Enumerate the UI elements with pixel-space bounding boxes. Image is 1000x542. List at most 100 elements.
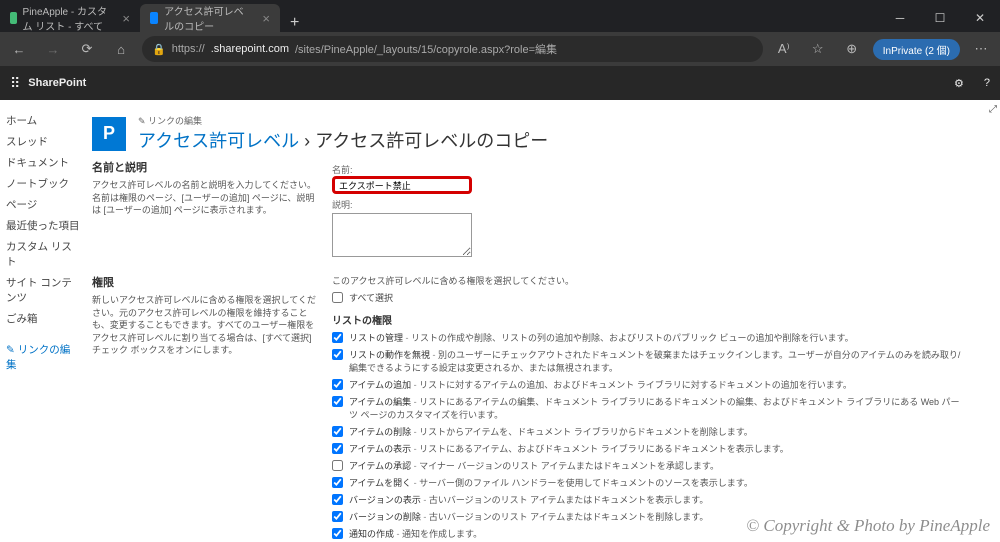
- perm-row[interactable]: アイテムの承認マイナー バージョンのリスト アイテムまたはドキュメントを承認しま…: [332, 459, 966, 472]
- name-label: 名前:: [332, 163, 966, 176]
- help-icon[interactable]: ?: [984, 77, 990, 89]
- perm-row[interactable]: 通知の作成通知を作成します。: [332, 527, 966, 540]
- menu-icon[interactable]: ⋯: [968, 41, 994, 57]
- nav-item[interactable]: ページ: [6, 194, 80, 215]
- perm-checkbox[interactable]: [332, 332, 343, 343]
- perm-checkbox[interactable]: [332, 511, 343, 522]
- section-heading: 権限: [92, 274, 318, 290]
- minimize-button[interactable]: ─: [880, 4, 920, 32]
- new-tab-button[interactable]: +: [280, 14, 309, 32]
- perm-name: アイテムを開く: [349, 478, 411, 488]
- perm-desc: リストの作成や削除、リストの列の追加や削除、およびリストのパブリック ビューの追…: [403, 333, 854, 343]
- home-button[interactable]: ⌂: [108, 42, 134, 57]
- close-icon[interactable]: ×: [262, 11, 270, 26]
- title-link[interactable]: アクセス許可レベル: [138, 131, 299, 151]
- app-launcher-icon[interactable]: ⠿: [10, 75, 18, 92]
- perm-name: アイテムの削除: [349, 427, 411, 437]
- lock-icon: 🔒: [152, 43, 166, 56]
- select-all-row[interactable]: すべて選択: [332, 291, 966, 304]
- tab-title: PineApple - カスタム リスト - すべて: [23, 3, 113, 33]
- main-content: P ✎ リンクの編集 アクセス許可レベル › アクセス許可レベルのコピー 名前と…: [86, 100, 986, 542]
- refresh-button[interactable]: ⟳: [74, 41, 100, 57]
- nav-item[interactable]: ノートブック: [6, 173, 80, 194]
- close-icon[interactable]: ×: [122, 11, 130, 26]
- perm-row[interactable]: アイテムの削除リストからアイテムを、ドキュメント ライブラリからドキュメントを削…: [332, 425, 966, 438]
- perm-name: バージョンの表示: [349, 495, 421, 505]
- perm-desc: リストにあるアイテムの編集、ドキュメント ライブラリにあるドキュメントの編集、お…: [349, 397, 960, 420]
- perm-checkbox[interactable]: [332, 494, 343, 505]
- nav-item[interactable]: 最近使った項目: [6, 215, 80, 236]
- close-window-button[interactable]: ✕: [960, 4, 1000, 32]
- name-input[interactable]: [332, 176, 472, 194]
- desc-label: 説明:: [332, 198, 966, 211]
- url-scheme: https://: [172, 43, 205, 55]
- forward-button[interactable]: →: [40, 42, 66, 57]
- inprivate-badge[interactable]: InPrivate (2 個): [873, 39, 960, 60]
- perm-checkbox[interactable]: [332, 426, 343, 437]
- perm-desc: マイナー バージョンのリスト アイテムまたはドキュメントを承認します。: [411, 461, 719, 471]
- settings-icon[interactable]: ⚙: [954, 77, 964, 90]
- collections-icon[interactable]: ⊕: [839, 41, 865, 57]
- select-all-checkbox[interactable]: [332, 292, 343, 303]
- perm-name: リストの管理: [349, 333, 403, 343]
- section-desc: アクセス許可レベルの名前と説明を入力してください。名前は権限のページ、[ユーザー…: [92, 179, 318, 217]
- nav-item[interactable]: カスタム リスト: [6, 236, 80, 272]
- perm-checkbox[interactable]: [332, 477, 343, 488]
- perm-checkbox[interactable]: [332, 528, 343, 539]
- perm-row[interactable]: リストの管理リストの作成や削除、リストの列の追加や削除、およびリストのパブリック…: [332, 331, 966, 344]
- perm-name: リストの動作を無視: [349, 350, 430, 360]
- breadcrumb-edit[interactable]: ✎ リンクの編集: [138, 114, 548, 127]
- nav-item[interactable]: ごみ箱: [6, 308, 80, 329]
- nav-item[interactable]: ホーム: [6, 110, 80, 131]
- expand-icon: ⤢: [989, 104, 997, 115]
- site-logo[interactable]: P: [92, 117, 126, 151]
- browser-tab[interactable]: PineApple - カスタム リスト - すべて ×: [0, 4, 140, 32]
- perm-checkbox[interactable]: [332, 443, 343, 454]
- perm-name: アイテムの編集: [349, 397, 411, 407]
- edit-links[interactable]: ✎ リンクの編集: [6, 339, 80, 375]
- perm-name: アイテムの表示: [349, 444, 411, 454]
- perm-desc: 古いバージョンのリスト アイテムまたはドキュメントを削除します。: [421, 512, 709, 522]
- address-bar[interactable]: 🔒 https:// .sharepoint.com /sites/PineAp…: [142, 36, 763, 62]
- nav-item[interactable]: ドキュメント: [6, 152, 80, 173]
- perm-row[interactable]: アイテムの追加リストに対するアイテムの追加、およびドキュメント ライブラリに対す…: [332, 378, 966, 391]
- favicon-icon: [150, 12, 158, 24]
- perm-name: 通知の作成: [349, 529, 394, 539]
- perm-checkbox[interactable]: [332, 379, 343, 390]
- perm-row[interactable]: アイテムの編集リストにあるアイテムの編集、ドキュメント ライブラリにあるドキュメ…: [332, 395, 966, 421]
- perm-checkbox[interactable]: [332, 396, 343, 407]
- perm-row[interactable]: アイテムの表示リストにあるアイテム、およびドキュメント ライブラリにあるドキュメ…: [332, 442, 966, 455]
- perm-row[interactable]: リストの動作を無視別のユーザーにチェックアウトされたドキュメントを破棄またはチェ…: [332, 348, 966, 374]
- section-desc: 新しいアクセス許可レベルに含める権限を選択してください。元のアクセス許可レベルの…: [92, 294, 318, 357]
- perm-checkbox[interactable]: [332, 349, 343, 360]
- perm-desc: リストにあるアイテム、およびドキュメント ライブラリにあるドキュメントを表示しま…: [411, 444, 789, 454]
- perm-desc: リストに対するアイテムの追加、およびドキュメント ライブラリに対するドキュメント…: [411, 380, 852, 390]
- browser-tab-active[interactable]: アクセス許可レベルのコピー ×: [140, 4, 280, 32]
- perm-desc: リストからアイテムを、ドキュメント ライブラリからドキュメントを削除します。: [411, 427, 753, 437]
- list-perm-heading: リストの権限: [332, 312, 966, 327]
- nav-item[interactable]: スレッド: [6, 131, 80, 152]
- suite-bar: ⠿ SharePoint ⚙ ?: [0, 66, 1000, 100]
- tab-title: アクセス許可レベルのコピー: [164, 3, 252, 33]
- perm-row[interactable]: アイテムを開くサーバー側のファイル ハンドラーを使用してドキュメントのソースを表…: [332, 476, 966, 489]
- perm-desc: 別のユーザーにチェックアウトされたドキュメントを破棄またはチェックインします。ユ…: [349, 350, 960, 373]
- focus-content-toggle[interactable]: ⤢: [986, 100, 1000, 542]
- suite-product[interactable]: SharePoint: [28, 77, 86, 89]
- browser-titlebar: PineApple - カスタム リスト - すべて × アクセス許可レベルのコ…: [0, 0, 1000, 32]
- perm-desc: サーバー側のファイル ハンドラーを使用してドキュメントのソースを表示します。: [411, 478, 753, 488]
- perm-desc: 古いバージョンのリスト アイテムまたはドキュメントを表示します。: [421, 495, 709, 505]
- favorites-icon[interactable]: ☆: [805, 41, 831, 57]
- perm-checkbox[interactable]: [332, 460, 343, 471]
- perm-row[interactable]: バージョンの表示古いバージョンのリスト アイテムまたはドキュメントを表示します。: [332, 493, 966, 506]
- perm-instruction: このアクセス許可レベルに含める権限を選択してください。: [332, 274, 966, 287]
- nav-item[interactable]: サイト コンテンツ: [6, 272, 80, 308]
- favicon-icon: [10, 12, 17, 24]
- desc-input[interactable]: [332, 213, 472, 257]
- read-aloud-icon[interactable]: A⁾: [771, 41, 797, 57]
- maximize-button[interactable]: ☐: [920, 4, 960, 32]
- back-button[interactable]: ←: [6, 42, 32, 57]
- perm-name: アイテムの承認: [349, 461, 411, 471]
- perm-row[interactable]: バージョンの削除古いバージョンのリスト アイテムまたはドキュメントを削除します。: [332, 510, 966, 523]
- section-heading: 名前と説明: [92, 159, 318, 175]
- browser-toolbar: ← → ⟳ ⌂ 🔒 https:// .sharepoint.com /site…: [0, 32, 1000, 66]
